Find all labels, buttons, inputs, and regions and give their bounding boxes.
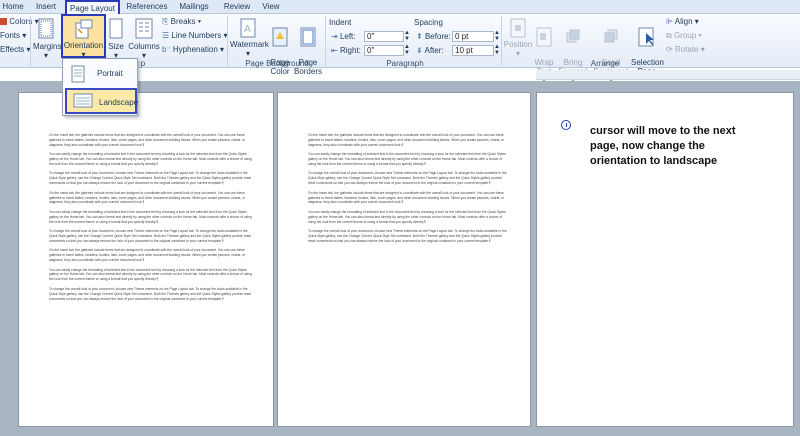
body-paragraph: You can easily change the formatting of … xyxy=(49,152,252,167)
paragraph-group-label: Paragraph xyxy=(386,59,424,68)
hyphenation-button[interactable]: b⁻ Hyphenation ▾ xyxy=(162,45,224,54)
body-paragraph: On the Insert tab, the galleries include… xyxy=(308,133,505,147)
line-numbers-button[interactable]: ☰ Line Numbers ▾ xyxy=(162,31,227,40)
document-page-1[interactable]: On the Insert tab, the galleries include… xyxy=(18,92,274,427)
columns-button[interactable]: Columns ▾ xyxy=(128,18,160,60)
body-paragraph: You can easily change the formatting of … xyxy=(49,267,252,282)
portrait-page-icon xyxy=(71,65,85,83)
orientation-icon xyxy=(75,19,92,39)
spacing-before-label: ⇞ Before: xyxy=(416,32,451,41)
indent-right-icon: ⇤ xyxy=(331,46,338,55)
page-setup-group-label: p xyxy=(140,59,146,68)
body-paragraph: To change the overall look of your docum… xyxy=(49,286,252,301)
spacing-before-icon: ⇞ xyxy=(416,32,423,41)
indent-right-spinner[interactable]: ▲ ▼ xyxy=(404,44,410,56)
line-numbers-icon: ☰ xyxy=(162,31,170,40)
orientation-dropdown: Portrait Landscape xyxy=(62,58,138,116)
orientation-option-landscape[interactable]: Landscape xyxy=(65,88,138,114)
orientation-button[interactable]: Orientation ▾ xyxy=(61,14,106,59)
group-separator xyxy=(227,16,228,66)
page-background-group-label: Page Background xyxy=(245,59,309,68)
page-borders-icon xyxy=(300,27,316,47)
body-paragraph: On the Insert tab, the galleries include… xyxy=(49,190,246,205)
indent-left-spinner[interactable]: ▲ ▼ xyxy=(404,30,410,42)
watermark-button[interactable]: A Watermark ▾ xyxy=(230,18,269,58)
body-paragraph: On the Insert tab, the galleries include… xyxy=(49,248,246,263)
send-backward-icon xyxy=(604,29,618,43)
colors-icon xyxy=(0,18,7,26)
indent-right-input[interactable]: 0" xyxy=(364,45,404,56)
horizontal-ruler[interactable] xyxy=(536,70,800,80)
margins-icon xyxy=(38,18,54,39)
svg-text:A: A xyxy=(244,24,251,35)
selection-pane-icon xyxy=(638,27,654,47)
instruction-annotation: cursor will move to the next page, now c… xyxy=(590,125,736,167)
body-paragraph: To change the overall look of your docum… xyxy=(49,171,252,186)
ribbon-tab-bar: Home Insert Page Layout References Maili… xyxy=(0,0,800,14)
theme-fonts-button[interactable]: Fonts ▾ xyxy=(0,31,26,40)
body-paragraph: On the Insert tab, the galleries include… xyxy=(308,190,505,205)
document-page-2[interactable]: On the Insert tab, the galleries include… xyxy=(277,92,531,427)
body-paragraph: To change the overall look of your docum… xyxy=(308,229,507,243)
group-separator xyxy=(325,16,326,66)
body-paragraph: To change the overall look of your docum… xyxy=(308,171,507,186)
hyphenation-icon: b⁻ xyxy=(162,45,171,54)
spacing-after-input[interactable]: 10 pt xyxy=(452,45,494,56)
body-paragraph: You can easily change the formatting of … xyxy=(49,209,252,224)
columns-icon xyxy=(135,18,153,39)
group-button[interactable]: ⧉ Group ▾ xyxy=(666,31,702,41)
body-paragraph: You can easily change the formatting of … xyxy=(308,209,506,224)
group-separator xyxy=(30,16,31,66)
indent-right-label: ⇤ Right: xyxy=(331,46,361,55)
wrap-text-icon xyxy=(536,27,552,47)
indent-left-input[interactable]: 0" xyxy=(364,31,404,42)
theme-effects-button[interactable]: Effects ▾ xyxy=(0,45,31,54)
body-paragraph: To change the overall look of your docum… xyxy=(49,229,252,243)
page-color-icon xyxy=(272,27,288,47)
rotate-icon: ⟳ xyxy=(666,45,673,54)
watermark-icon: A xyxy=(240,18,256,38)
spacing-after-spinner[interactable]: ▲ ▼ xyxy=(494,44,500,56)
body-paragraph: On the Insert tab, the galleries include… xyxy=(49,133,246,147)
indent-left-label: ⇥ Left: xyxy=(331,32,356,41)
tab-insert[interactable]: Insert xyxy=(30,0,62,14)
cursor-marker-icon xyxy=(561,120,571,130)
rotate-button[interactable]: ⟳ Rotate ▾ xyxy=(666,45,705,54)
page-size-icon xyxy=(109,18,123,39)
spacing-after-icon: ⇟ xyxy=(416,46,423,55)
group-icon: ⧉ xyxy=(666,31,672,40)
size-button[interactable]: Size ▾ xyxy=(107,18,125,60)
orientation-option-portrait[interactable]: Portrait xyxy=(65,61,137,87)
breaks-icon: ⎘ xyxy=(162,17,169,26)
spacing-before-spinner[interactable]: ▲ ▼ xyxy=(494,30,500,42)
tab-review[interactable]: Review xyxy=(220,0,254,14)
align-button[interactable]: ⊫ Align ▾ xyxy=(666,17,699,26)
margins-button[interactable]: Margins ▾ xyxy=(33,18,61,60)
align-icon: ⊫ xyxy=(666,17,673,26)
spacing-after-label: ⇟ After: xyxy=(416,46,444,55)
indent-title: Indent xyxy=(329,18,352,27)
group-separator xyxy=(501,16,502,66)
tab-references[interactable]: References xyxy=(124,0,170,14)
bring-forward-icon xyxy=(566,29,580,43)
arrange-group-label: Arrange xyxy=(590,59,620,68)
spacing-title: Spacing xyxy=(414,18,443,27)
tab-mailings[interactable]: Mailings xyxy=(174,0,214,14)
tab-view[interactable]: View xyxy=(258,0,284,14)
landscape-page-icon xyxy=(73,93,93,108)
breaks-button[interactable]: ⎘ Breaks ▾ xyxy=(162,17,201,27)
tab-page-layout[interactable]: Page Layout xyxy=(65,0,120,14)
body-paragraph: You can easily change the formatting of … xyxy=(308,152,506,167)
position-button[interactable]: Position ▾ xyxy=(503,18,533,58)
indent-left-icon: ⇥ xyxy=(331,32,338,41)
position-icon xyxy=(510,18,526,38)
tab-home[interactable]: Home xyxy=(0,0,26,14)
spacing-before-input[interactable]: 0 pt xyxy=(452,31,494,42)
